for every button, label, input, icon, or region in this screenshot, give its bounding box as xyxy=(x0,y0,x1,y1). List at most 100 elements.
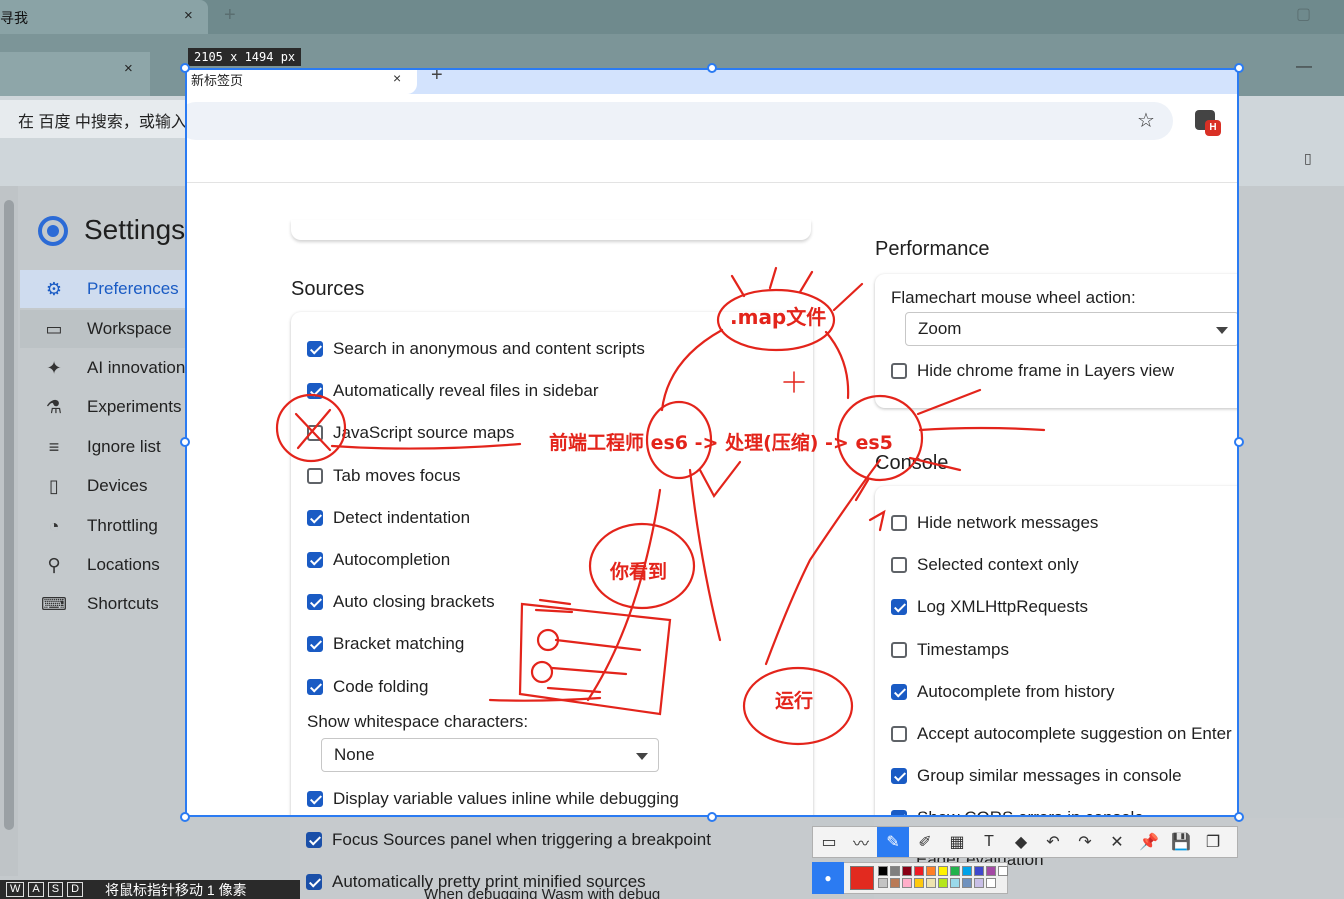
resize-handle-b[interactable] xyxy=(707,812,717,822)
checkbox[interactable] xyxy=(891,557,907,574)
checkbox[interactable] xyxy=(891,363,907,379)
palette-swatch[interactable] xyxy=(890,878,900,888)
mosaic-tool-icon[interactable]: ▦ xyxy=(941,827,973,857)
checkbox-row[interactable]: Bracket matching xyxy=(307,631,464,657)
line-tool-icon[interactable]: 〰 xyxy=(845,827,877,857)
palette-swatch[interactable] xyxy=(926,878,936,888)
copy-icon[interactable]: ❐ xyxy=(1197,827,1229,857)
palette-swatch[interactable] xyxy=(890,866,900,876)
checkbox-row[interactable]: Code folding xyxy=(307,674,428,700)
checkbox[interactable] xyxy=(307,678,323,695)
outer-tab-close-icon[interactable]: × xyxy=(184,7,193,24)
resize-handle-r[interactable] xyxy=(1234,437,1244,447)
bookmark-star-icon[interactable]: ☆ xyxy=(1137,108,1155,133)
resize-handle-t[interactable] xyxy=(707,63,717,73)
shot-tab-close-icon[interactable]: × xyxy=(393,70,401,86)
checkbox-row[interactable]: Auto closing brackets xyxy=(307,589,495,615)
palette-swatch[interactable] xyxy=(914,866,924,876)
undo-icon[interactable]: ↶ xyxy=(1037,827,1069,857)
panel-icon[interactable]: ▯ xyxy=(1304,150,1312,167)
resize-handle-br[interactable] xyxy=(1234,812,1244,822)
checkbox[interactable] xyxy=(891,599,907,616)
checkbox-row[interactable]: JavaScript source maps xyxy=(307,420,514,446)
checkbox[interactable] xyxy=(891,726,907,742)
checkbox-row[interactable]: Hide chrome frame in Layers view xyxy=(891,358,1174,384)
checkbox[interactable] xyxy=(307,467,323,484)
checkbox-row[interactable]: Autocompletion xyxy=(307,547,450,573)
palette-swatch[interactable] xyxy=(938,878,948,888)
palette-swatch[interactable] xyxy=(878,878,888,888)
outer-tab[interactable] xyxy=(0,0,208,34)
palette-swatch[interactable] xyxy=(950,878,960,888)
eraser-tool-icon[interactable]: ◆ xyxy=(1005,827,1037,857)
checkbox-row[interactable]: Hide network messages xyxy=(891,510,1098,536)
flamechart-select[interactable]: Zoom xyxy=(905,312,1237,346)
palette-swatch[interactable] xyxy=(962,866,972,876)
pen-tool-icon[interactable]: ✎ xyxy=(877,827,909,857)
palette-swatch[interactable] xyxy=(950,866,960,876)
palette-swatch[interactable] xyxy=(998,866,1008,876)
scrollbar-thumb[interactable] xyxy=(4,200,14,830)
minimize-icon[interactable]: — xyxy=(1296,58,1312,76)
palette-swatch[interactable] xyxy=(986,866,996,876)
checkbox-row[interactable]: Log XMLHttpRequests xyxy=(891,594,1088,620)
palette-swatch[interactable] xyxy=(902,866,912,876)
checkbox-row[interactable]: Accept autocomplete suggestion on Enter xyxy=(891,721,1232,747)
resize-handle-tr[interactable] xyxy=(1234,63,1244,73)
rect-tool-icon[interactable]: ▭ xyxy=(813,827,845,857)
whitespace-select[interactable]: None xyxy=(321,738,659,772)
palette-swatch[interactable] xyxy=(986,878,996,888)
checkbox-row[interactable]: Automatically reveal files in sidebar xyxy=(307,378,599,404)
save-icon[interactable]: 💾 xyxy=(1165,827,1197,857)
resize-handle-bl[interactable] xyxy=(180,812,190,822)
palette-swatch[interactable] xyxy=(878,866,888,876)
resize-handle-tl[interactable] xyxy=(180,63,190,73)
checkbox[interactable] xyxy=(307,636,323,653)
checkbox-row[interactable]: Display variable values inline while deb… xyxy=(307,786,679,812)
checkbox[interactable] xyxy=(307,594,323,611)
pin-icon[interactable]: 📌 xyxy=(1133,827,1165,857)
palette-swatch[interactable] xyxy=(914,878,924,888)
checkbox-row[interactable]: Focus Sources panel when triggering a br… xyxy=(306,827,711,853)
checkbox-row[interactable]: Show CORS errors in console xyxy=(891,805,1144,815)
checkbox[interactable] xyxy=(307,791,323,807)
marker-tool-icon[interactable]: ✐ xyxy=(909,827,941,857)
checkbox[interactable] xyxy=(891,810,907,815)
puzzle-icon[interactable]: ⧉ xyxy=(1237,108,1239,129)
checkbox[interactable] xyxy=(891,515,907,531)
checkbox-row[interactable]: Selected context only xyxy=(891,552,1079,578)
checkbox[interactable] xyxy=(891,683,907,700)
palette-swatch[interactable] xyxy=(962,878,972,888)
resize-handle-l[interactable] xyxy=(180,437,190,447)
checkbox-row[interactable]: Timestamps xyxy=(891,637,1009,663)
selected-color-swatch[interactable] xyxy=(850,866,874,890)
checkbox[interactable] xyxy=(891,641,907,658)
checkbox[interactable] xyxy=(307,425,323,442)
palette-swatch[interactable] xyxy=(902,878,912,888)
redo-icon[interactable]: ↷ xyxy=(1069,827,1101,857)
checkbox[interactable] xyxy=(307,341,323,357)
checkbox[interactable] xyxy=(307,552,323,568)
palette-swatch[interactable] xyxy=(938,866,948,876)
second-tab-close-icon[interactable]: × xyxy=(124,60,133,77)
checkbox[interactable] xyxy=(307,383,323,400)
pen-size-dot[interactable]: ● xyxy=(812,862,844,894)
text-tool-icon[interactable]: T xyxy=(973,827,1005,857)
outer-new-tab-icon[interactable]: + xyxy=(224,4,236,27)
checkbox-row[interactable]: Autocomplete from history xyxy=(891,679,1114,705)
checkbox-row[interactable]: Detect indentation xyxy=(307,505,470,531)
shot-new-tab-icon[interactable]: + xyxy=(431,70,443,87)
checkbox-row[interactable]: Search in anonymous and content scripts xyxy=(307,336,645,362)
checkbox[interactable] xyxy=(306,874,322,890)
palette-swatch[interactable] xyxy=(926,866,936,876)
palette-swatch[interactable] xyxy=(974,866,984,876)
checkbox[interactable] xyxy=(891,768,907,785)
checkbox-row[interactable]: Group similar messages in console xyxy=(891,763,1182,789)
outer-window-restore-icon[interactable]: ▢ xyxy=(1296,4,1311,24)
screenshot-selection[interactable]: 新标签页 × + ☆ H ⧉ Sources Search in anonymo… xyxy=(185,68,1239,817)
checkbox[interactable] xyxy=(306,832,322,848)
checkbox[interactable] xyxy=(307,509,323,526)
shot-omnibox[interactable] xyxy=(187,102,1173,140)
cancel-icon[interactable]: ✕ xyxy=(1101,827,1133,857)
checkbox-row[interactable]: Tab moves focus xyxy=(307,463,461,489)
